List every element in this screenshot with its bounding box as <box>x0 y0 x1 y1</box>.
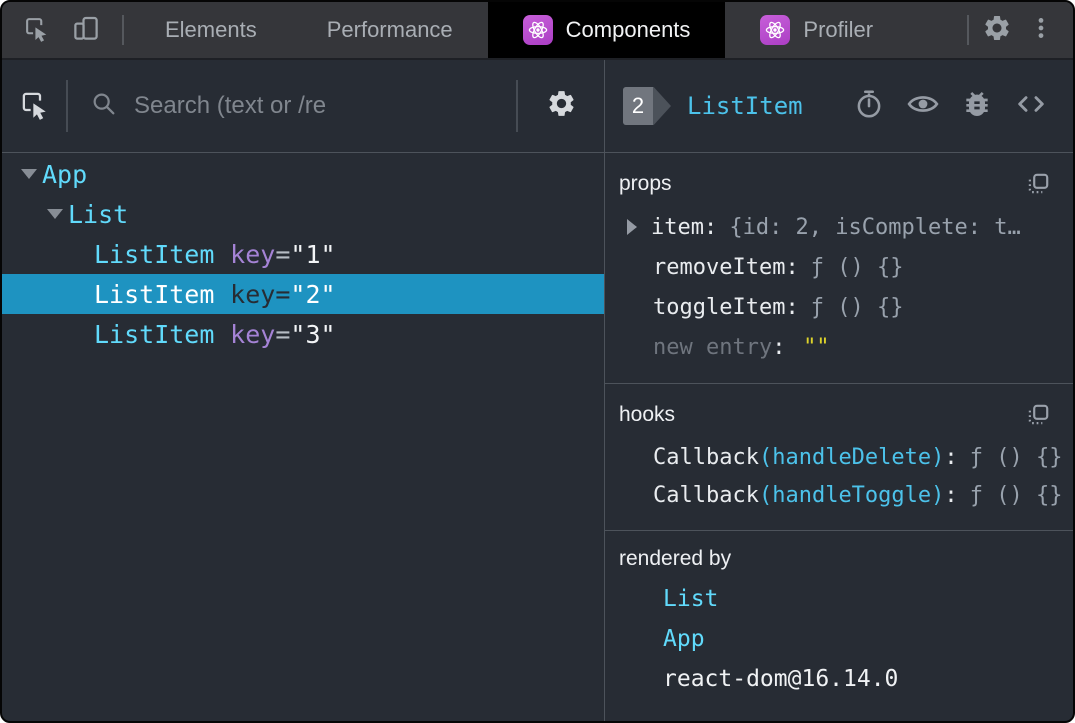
tree-row-app[interactable]: App <box>2 154 604 194</box>
section-title: hooks <box>619 403 676 426</box>
rendered-by-row: List <box>617 579 1059 619</box>
gear-icon <box>982 13 1012 48</box>
props-section-header: props <box>617 167 1059 207</box>
tree-row-listitem-1[interactable]: ListItem key="1" <box>2 234 604 274</box>
stopwatch-icon <box>853 88 885 125</box>
hooks-section-header: hooks <box>617 398 1059 438</box>
devtools-tab-bar: Elements Performance Components Profiler <box>2 2 1073 60</box>
copy-hooks-button[interactable] <box>1023 400 1053 430</box>
topbar-right-icons <box>961 2 1073 58</box>
key-attribute: key="2" <box>230 279 336 309</box>
code-brackets-icon <box>1014 87 1048 126</box>
inspect-element-button[interactable] <box>14 8 58 52</box>
copy-icon <box>1028 173 1049 194</box>
prop-row-removeitem[interactable]: removeItem: ƒ () {} <box>617 247 1059 287</box>
component-name: ListItem <box>94 239 215 269</box>
component-name: List <box>68 199 129 229</box>
gear-icon <box>546 88 577 124</box>
view-settings-button[interactable] <box>518 84 604 128</box>
hook-value: ƒ () {} <box>969 444 1063 470</box>
divider <box>967 15 969 45</box>
key-badge: 2 <box>623 87 671 125</box>
suspend-component-button[interactable] <box>847 84 891 128</box>
new-entry-value-input[interactable]: "" <box>803 335 830 360</box>
expand-arrow-icon[interactable] <box>627 219 651 235</box>
details-header: 2 ListItem <box>605 60 1073 153</box>
toggle-device-toolbar-button[interactable] <box>64 8 108 52</box>
details-actions <box>847 84 1053 128</box>
inspect-cursor-icon <box>22 14 50 47</box>
tab-components[interactable]: Components <box>487 2 726 58</box>
expander-arrow-icon[interactable] <box>16 169 42 179</box>
bug-icon <box>961 88 993 125</box>
select-component-button[interactable] <box>2 84 66 128</box>
prop-row-new-entry[interactable]: new entry: "" <box>617 327 1059 367</box>
hook-row-handletoggle[interactable]: Callback (handleToggle): ƒ () {} <box>617 476 1062 514</box>
component-name: ListItem <box>94 319 215 349</box>
react-logo-icon <box>522 15 553 45</box>
divider <box>122 15 124 45</box>
component-tree-pane: App List ListItem key="1" ListItem key="2"… <box>2 60 605 721</box>
topbar-left-icons <box>2 2 116 58</box>
log-to-console-button[interactable] <box>955 84 999 128</box>
more-options-button[interactable] <box>1019 8 1063 52</box>
section-title: rendered by <box>619 547 732 570</box>
hook-value: ƒ () {} <box>969 482 1063 508</box>
tab-label: Performance <box>326 17 453 42</box>
hook-row-handledelete[interactable]: Callback (handleDelete): ƒ () {} <box>617 438 1062 476</box>
prop-value: ƒ () {} <box>810 294 904 320</box>
component-tree: App List ListItem key="1" ListItem key="2"… <box>2 153 604 354</box>
search-components-input[interactable] <box>134 92 516 120</box>
tree-row-listitem-3[interactable]: ListItem key="3" <box>2 314 604 354</box>
kebab-menu-icon <box>1028 15 1054 46</box>
selected-component-title: ListItem <box>687 92 803 120</box>
search-bar <box>68 90 516 123</box>
devtools-settings-button[interactable] <box>975 8 1019 52</box>
owner-link-app[interactable]: App <box>663 626 705 652</box>
inspect-cursor-icon <box>18 88 50 125</box>
renderer-version-label: react-dom@16.14.0 <box>663 666 899 692</box>
prop-row-toggleitem[interactable]: toggleItem: ƒ () {} <box>617 287 1059 327</box>
hook-name: (handleToggle) <box>758 482 945 508</box>
inspect-dom-button[interactable] <box>901 84 945 128</box>
tree-toolbar <box>2 60 604 153</box>
tab-elements[interactable]: Elements <box>130 2 292 58</box>
copy-props-button[interactable] <box>1023 169 1053 199</box>
hooks-section: hooks Callback (handleDelete): ƒ () {} Cal… <box>605 384 1073 531</box>
devtools-window: Elements Performance Components Profiler… <box>0 0 1075 723</box>
tab-label: Components <box>565 17 691 42</box>
prop-value: ƒ () {} <box>810 254 904 280</box>
tab-label: Elements <box>165 17 257 42</box>
rendered-by-row: react-dom@16.14.0 <box>617 659 1059 699</box>
expander-arrow-icon[interactable] <box>42 209 68 219</box>
search-icon <box>90 90 118 123</box>
rendered-by-section-header: rendered by <box>617 545 1059 579</box>
section-title: props <box>619 172 672 195</box>
key-attribute: key="3" <box>230 319 336 349</box>
rendered-by-section: rendered by List App react-dom@16.14.0 <box>605 531 1073 715</box>
tab-profiler[interactable]: Profiler <box>725 2 908 58</box>
prop-row-item[interactable]: item: {id: 2, isComplete: t… <box>617 207 1059 247</box>
view-source-button[interactable] <box>1009 84 1053 128</box>
react-logo-icon <box>760 15 791 45</box>
key-attribute: key="1" <box>230 239 336 269</box>
hook-name: (handleDelete) <box>758 444 945 470</box>
copy-icon <box>1028 404 1049 425</box>
component-name: ListItem <box>94 279 215 309</box>
owner-link-list[interactable]: List <box>663 586 718 612</box>
components-panel: App List ListItem key="1" ListItem key="2"… <box>2 60 1073 721</box>
device-toolbar-icon <box>71 13 101 48</box>
badge-value: 2 <box>623 87 653 125</box>
component-name: App <box>42 159 88 189</box>
tree-row-listitem-2-selected[interactable]: ListItem key="2" <box>2 274 604 314</box>
props-section: props item: {id: 2, isComplete: t… remove… <box>605 153 1073 384</box>
eye-icon <box>906 87 940 126</box>
tree-row-list[interactable]: List <box>2 194 604 234</box>
component-details-pane: 2 ListItem props item: {id: 2, isComple… <box>605 60 1073 721</box>
tab-label: Profiler <box>803 17 874 42</box>
rendered-by-row: App <box>617 619 1059 659</box>
tab-performance[interactable]: Performance <box>292 2 488 58</box>
prop-value: {id: 2, isComplete: t… <box>729 214 1021 240</box>
